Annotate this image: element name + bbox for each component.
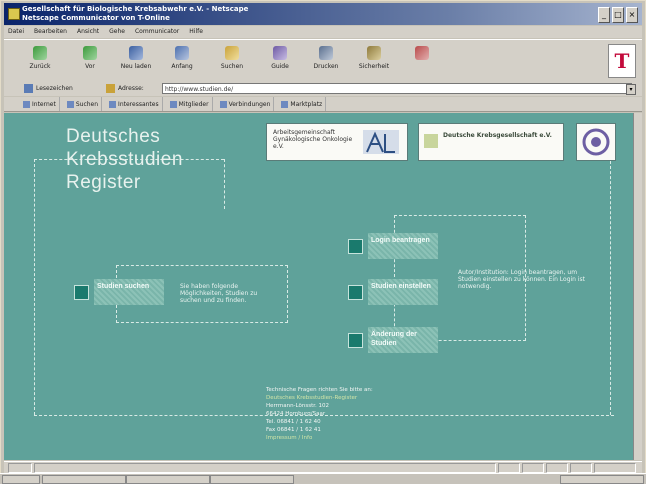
guide-icon (273, 46, 287, 60)
menu-bearbeiten[interactable]: Bearbeiten (34, 26, 67, 38)
vertical-scrollbar[interactable] (633, 113, 642, 460)
menu-ansicht[interactable]: Ansicht (77, 26, 99, 38)
link-icon (219, 100, 227, 108)
window-title-bar: Gesellschaft für Biologische Krebsabwehr… (4, 3, 642, 25)
print-icon (319, 46, 333, 60)
bookmarks-button[interactable]: Lesezeichen (36, 83, 73, 95)
link-icon (281, 100, 289, 108)
stop-icon (415, 46, 429, 60)
nav-studien-suchen[interactable]: Studien suchen (74, 279, 174, 305)
menu-hilfe[interactable]: Hilfe (189, 26, 203, 38)
netscape-app-icon (8, 8, 20, 20)
menu-datei[interactable]: Datei (8, 26, 24, 38)
login-info-desc: Autor/Institution: Login beantragen, um … (458, 269, 586, 290)
online-status-icon[interactable] (594, 463, 636, 473)
menu-bar: Datei Bearbeiten Ansicht Gehe Communicat… (4, 26, 642, 38)
security-status-icon[interactable] (8, 463, 32, 473)
security-button[interactable]: Sicherheit (356, 44, 392, 78)
web-page-content: Deutsches Krebsstudien Register Arbeitsg… (4, 113, 634, 460)
nav-bullet-icon (348, 333, 363, 348)
nav-login-beantragen[interactable]: Login beantragen (348, 233, 448, 259)
location-bar: Lesezeichen Adresse: http://www.studien.… (4, 82, 642, 96)
ago-logo-icon (363, 130, 399, 154)
guide-button[interactable]: Guide (262, 44, 298, 78)
dkg-logo-icon (424, 134, 438, 148)
reload-button[interactable]: Neu laden (118, 44, 154, 78)
impressum-link[interactable]: Impressum / Info (266, 434, 373, 442)
bookmarks-icon (24, 84, 33, 93)
stop-button[interactable] (404, 44, 440, 78)
window-title: Gesellschaft für Biologische Krebsabwehr… (22, 5, 249, 13)
frame-line (34, 159, 35, 415)
emblem-logo-icon (582, 128, 610, 156)
menu-gehe[interactable]: Gehe (109, 26, 125, 38)
status-message (34, 463, 496, 473)
search-button[interactable]: Suchen (214, 44, 250, 78)
partner-logo-emblem[interactable] (576, 123, 616, 161)
partner-logo-ago[interactable]: Arbeitsgemeinschaft Gynäkologische Onkol… (266, 123, 408, 161)
menu-communicator[interactable]: Communicator (135, 26, 179, 38)
link-icon (66, 100, 74, 108)
url-dropdown-icon[interactable]: ▾ (626, 84, 636, 95)
forward-arrow-icon (83, 46, 97, 60)
address-icon (106, 84, 115, 93)
navigation-toolbar: Zurück Vor Neu laden Anfang Suchen Guide… (4, 39, 642, 83)
link-icon (23, 100, 30, 108)
component-bar-icon[interactable] (498, 463, 520, 473)
contact-footer: Technische Fragen richten Sie bitte an: … (266, 387, 373, 442)
link-marktplatz[interactable]: Marktplatz (278, 97, 327, 111)
news-status-icon[interactable] (546, 463, 568, 473)
page-title: Deutsches Krebsstudien Register (66, 126, 183, 193)
studien-suchen-desc: Sie haben folgende Möglichkeiten, Studie… (180, 283, 258, 304)
t-online-logo: T (608, 44, 636, 78)
personal-toolbar: Internet Suchen Interessantes Mitglieder… (4, 97, 642, 112)
back-button[interactable]: Zurück (22, 44, 58, 78)
reload-icon (129, 46, 143, 60)
lock-icon (367, 46, 381, 60)
forward-button[interactable]: Vor (72, 44, 108, 78)
nav-bullet-icon (74, 285, 89, 300)
nav-bullet-icon (348, 239, 363, 254)
link-icon (109, 100, 117, 108)
link-verbindungen[interactable]: Verbindungen (217, 97, 275, 111)
nav-bullet-icon (348, 285, 363, 300)
back-arrow-icon (33, 46, 47, 60)
home-button[interactable]: Anfang (164, 44, 200, 78)
address-label: Adresse: (118, 85, 144, 92)
nav-aenderung-der-studien[interactable]: Änderung der Studien (348, 327, 448, 353)
partner-logo-dkg[interactable]: Deutsche Krebsgesellschaft e.V. (418, 123, 564, 161)
status-bar (4, 461, 642, 473)
composer-status-icon[interactable] (570, 463, 592, 473)
frame-line (224, 159, 225, 209)
maximize-button[interactable]: □ (612, 7, 624, 23)
link-suchen[interactable]: Suchen (64, 97, 103, 111)
frame-line (610, 151, 611, 415)
link-internet[interactable]: Internet (20, 97, 60, 111)
link-interessantes[interactable]: Interessantes (106, 97, 163, 111)
windows-taskbar (0, 473, 646, 484)
window-subtitle: Netscape Communicator von T-Online (22, 14, 170, 22)
link-icon (169, 100, 177, 108)
link-mitglieder[interactable]: Mitglieder (167, 97, 213, 111)
home-icon (175, 46, 189, 60)
mail-status-icon[interactable] (522, 463, 544, 473)
search-icon (225, 46, 239, 60)
minimize-button[interactable]: _ (598, 7, 610, 23)
close-button[interactable]: × (626, 7, 638, 23)
nav-studien-einstellen[interactable]: Studien einstellen (348, 279, 448, 305)
url-input[interactable]: http://www.studien.de/ (162, 83, 632, 94)
print-button[interactable]: Drucken (308, 44, 344, 78)
